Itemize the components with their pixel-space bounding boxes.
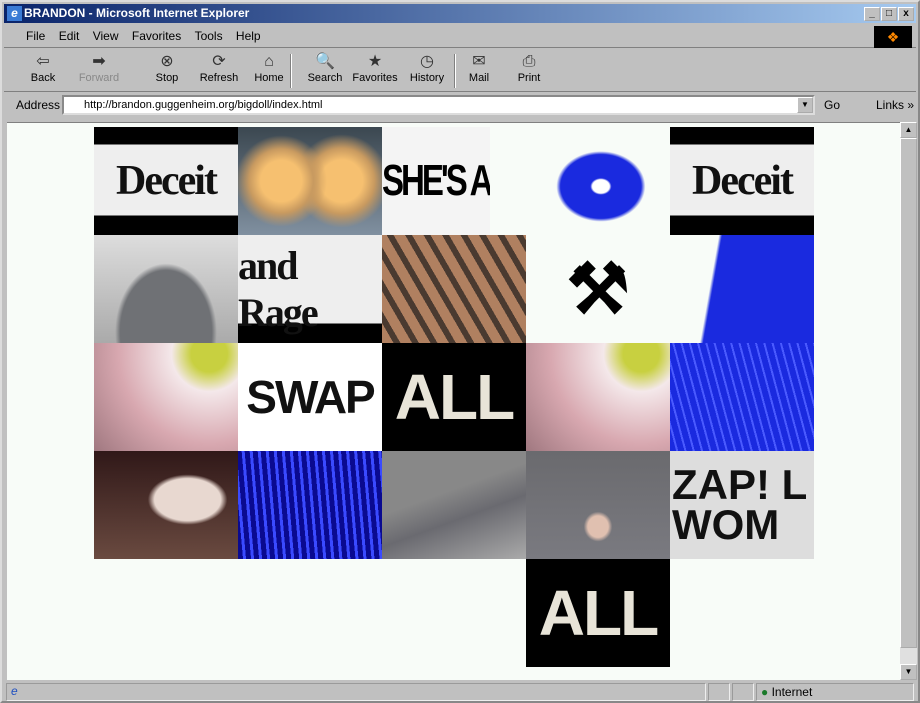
toolbar-label: Stop [155,72,179,84]
toolbar-mail-button[interactable]: ✉ Mail [454,52,504,84]
image-tile-blue1[interactable] [526,127,670,235]
toolbar-label: History [409,72,445,84]
print-icon: ⎙ [522,53,536,70]
toolbar-print-button[interactable]: ⎙ Print [504,52,554,84]
status-pane [732,683,754,701]
status-text-pane: e [6,683,706,701]
image-tile-lily[interactable] [526,343,670,451]
window-title: BRANDON - Microsoft Internet Explorer [24,6,250,20]
image-tile-zap[interactable]: ZAP! L WOM [670,451,814,559]
browser-window: e BRANDON - Microsoft Internet Explorer … [0,0,920,703]
page-content: DeceitSHE'S A HEDeceitand Rage⚒SWAPALLZA… [7,122,900,680]
menu-bar: File Edit View Favorites Tools Help ❖ [4,24,916,48]
minimize-button[interactable]: _ [864,7,880,21]
menu-edit[interactable]: Edit [59,29,80,43]
toolbar-back-button[interactable]: ⇦ Back [18,52,68,84]
search-icon: 🔍 [315,53,335,70]
tile-lettering: SWAP [246,371,375,423]
image-tile-swap[interactable]: SWAP [238,343,382,451]
back-arrow-icon: ⇦ [36,53,50,70]
address-label: Address [16,98,61,112]
history-icon: ◷ [420,53,434,70]
page-icon: e [11,684,18,698]
forward-arrow-icon: ➡ [92,53,106,70]
ie-logo-icon: e [7,6,22,21]
image-tile-rage[interactable]: and Rage [238,235,382,343]
toolbar-label: Search [307,72,343,84]
scroll-down-button[interactable]: ▼ [900,664,917,680]
globe-icon: ● [761,685,769,699]
toolbar-home-button[interactable]: ⌂ Home [244,52,294,84]
zone-pane: ● Internet [756,683,914,701]
image-tile-suit[interactable] [94,235,238,343]
image-tile-axe[interactable]: ⚒ [526,235,670,343]
go-button[interactable]: Go [824,98,840,112]
links-button[interactable]: Links » [876,98,914,112]
scroll-up-button[interactable]: ▲ [900,122,917,138]
menu-help[interactable]: Help [236,29,261,43]
toolbar-label: Refresh [199,72,239,84]
image-tile-legs[interactable] [382,451,526,559]
toolbar-favorites-button[interactable]: ★ Favorites [350,52,400,84]
toolbar-refresh-button[interactable]: ⟳ Refresh [194,52,244,84]
toolbar-search-button[interactable]: 🔍 Search [300,52,350,84]
image-tile-all[interactable]: ALL [382,343,526,451]
stop-icon: ⊗ [160,53,174,70]
toolbar-label: Back [30,72,56,84]
tile-lettering: SHE'S A HE [382,156,490,205]
toolbar-forward-button[interactable]: ➡ Forward [74,52,124,84]
scroll-thumb[interactable] [900,138,917,648]
title-bar: e BRANDON - Microsoft Internet Explorer … [4,4,916,23]
toolbar-label: Print [517,72,541,84]
toolbar-stop-button[interactable]: ⊗ Stop [142,52,192,84]
image-tile-all[interactable]: ALL [526,559,670,667]
image-tile-eggs[interactable] [238,127,382,235]
image-tile-sit[interactable] [526,451,670,559]
tile-lettering: ALL [538,577,659,649]
refresh-icon: ⟳ [212,53,226,70]
toolbar-label: Forward [78,72,120,84]
image-tile-she[interactable]: SHE'S A HE [382,127,490,235]
image-tile-blue2[interactable] [670,235,814,343]
image-tile-deceit[interactable]: Deceit [670,127,814,235]
menu-tools[interactable]: Tools [195,29,223,43]
image-tile-blue3[interactable] [670,343,814,451]
menu-view[interactable]: View [93,29,119,43]
toolbar-history-button[interactable]: ◷ History [402,52,452,84]
tile-lettering: Deceit [692,158,794,204]
mail-icon: ✉ [472,53,486,70]
address-bar: Address http://brandon.guggenheim.org/bi… [4,93,916,117]
favorites-icon: ★ [367,53,383,70]
image-tile-lily[interactable] [94,343,238,451]
menu-file[interactable]: File [26,29,45,43]
address-input[interactable]: http://brandon.guggenheim.org/bigdoll/in… [62,95,815,115]
image-tile-blue4[interactable] [238,451,382,559]
home-icon: ⌂ [264,53,274,70]
maximize-button[interactable]: □ [881,7,897,21]
image-tile-tattoo[interactable] [382,235,526,343]
tile-lettering: ZAP! L WOM [672,461,807,548]
vertical-scrollbar[interactable]: ▲ ▼ [900,122,917,680]
image-tile-hand[interactable] [94,451,238,559]
toolbar-label: Home [254,72,284,84]
standard-toolbar: ⇦ Back ➡ Forward ⊗ Stop ⟳ Refresh ⌂ Home 🔍 Search ★ F… [4,50,916,92]
toolbar-separator [290,54,292,88]
image-tile-deceit[interactable]: Deceit [94,127,238,235]
status-pane [708,683,730,701]
toolbar-label: Mail [468,72,490,84]
tile-lettering: Deceit [116,158,218,204]
menu-favorites[interactable]: Favorites [132,29,181,43]
tile-lettering: and Rage [238,243,319,335]
status-bar: e ● Internet [4,682,916,702]
zone-label: Internet [771,685,813,699]
toolbar-label: Favorites [352,72,398,84]
windows-logo-icon: ❖ [874,26,912,48]
close-button[interactable]: x [898,7,914,21]
tile-lettering: ALL [394,361,515,433]
toolbar-separator [454,54,456,88]
address-dropdown-button[interactable]: ▼ [797,97,813,113]
